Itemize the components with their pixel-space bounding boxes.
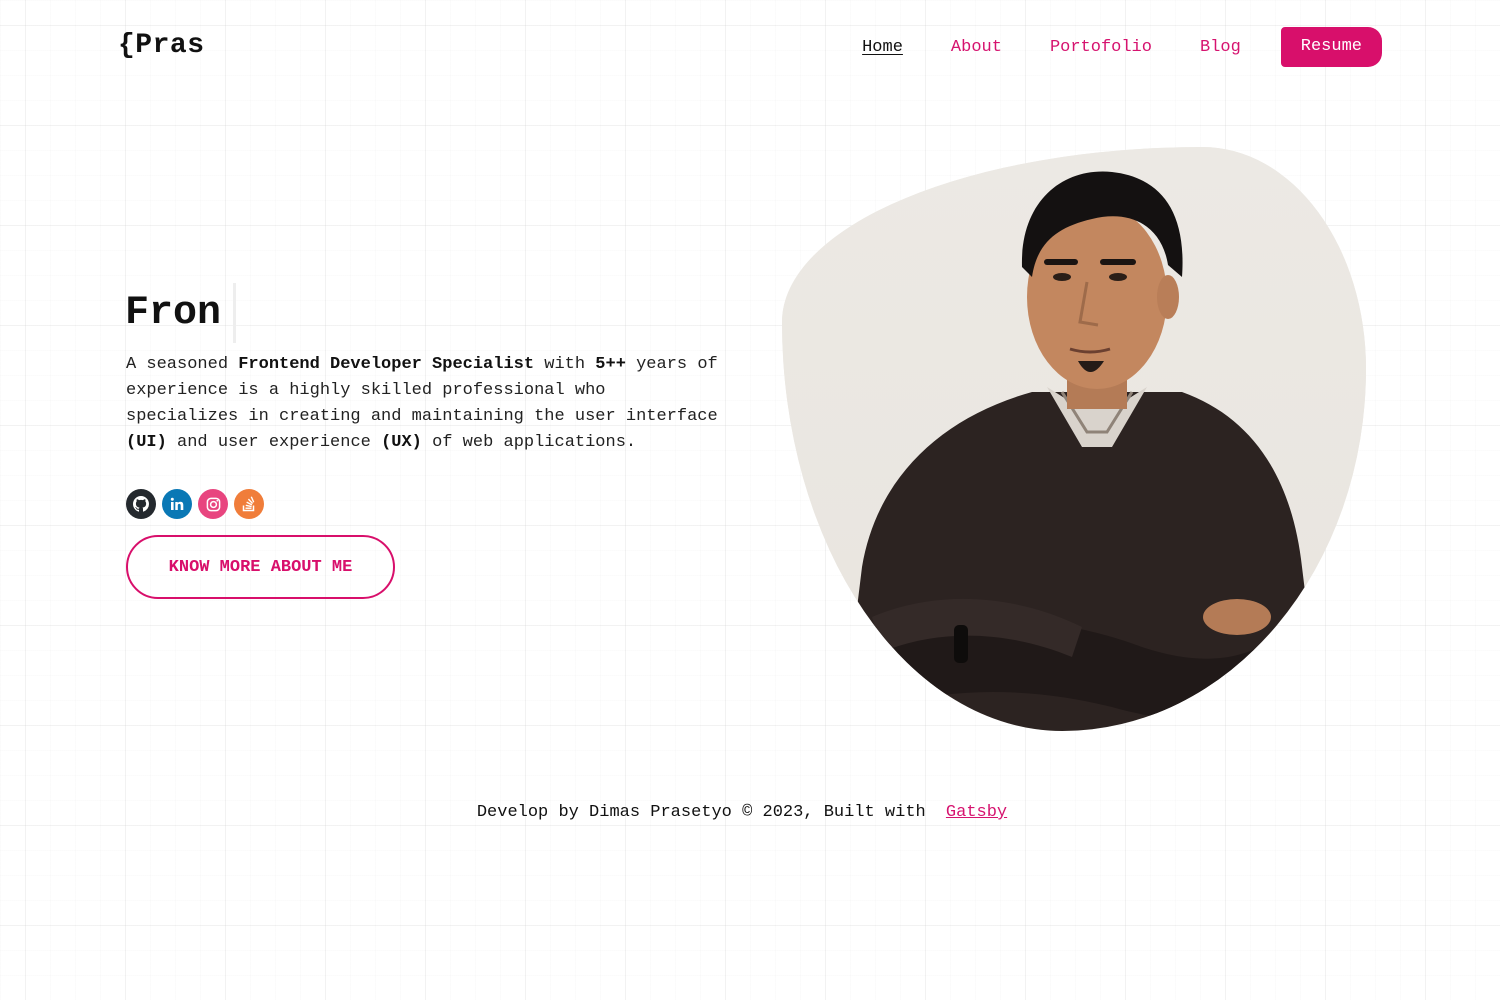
nav-blog[interactable]: Blog [1200,38,1241,57]
gatsby-link[interactable]: Gatsby [946,803,1007,822]
github-icon [133,496,149,512]
intro-role: Frontend Developer Specialist [238,355,535,374]
main-nav: Home About Portofolio Blog Resume [862,27,1382,67]
nav-about[interactable]: About [951,38,1002,57]
stackoverflow-icon [242,496,255,512]
intro-years: 5++ [595,355,626,374]
intro-ux: (UX) [381,433,422,452]
resume-button[interactable]: Resume [1280,27,1382,67]
portrait-illustration [782,147,1366,731]
know-more-button[interactable]: KNOW MORE ABOUT ME [126,535,395,599]
nav-portfolio[interactable]: Portofolio [1050,38,1152,57]
github-link[interactable] [126,489,156,519]
intro-text: of web applications. [421,433,637,452]
typing-caret [233,283,237,343]
intro-paragraph: A seasoned Frontend Developer Specialist… [126,352,726,456]
hero-title: Fron [125,283,237,343]
portrait-photo [782,147,1366,731]
linkedin-link[interactable] [162,489,192,519]
intro-text: A seasoned [126,355,239,374]
footer: Develop by Dimas Prasetyo © 2023, Built … [0,803,1484,822]
nav-home[interactable]: Home [862,38,903,57]
stackoverflow-link[interactable] [234,489,264,519]
social-links [126,489,270,519]
typing-title: Fron [125,290,222,336]
instagram-link[interactable] [198,489,228,519]
footer-text: Develop by Dimas Prasetyo © 2023, Built … [476,803,926,822]
intro-text: with [534,355,596,374]
intro-text: and user experience [166,433,382,452]
intro-ui: (UI) [126,433,167,452]
instagram-icon [206,497,220,511]
site-logo[interactable]: {Pras [118,30,205,61]
linkedin-icon [170,497,184,510]
